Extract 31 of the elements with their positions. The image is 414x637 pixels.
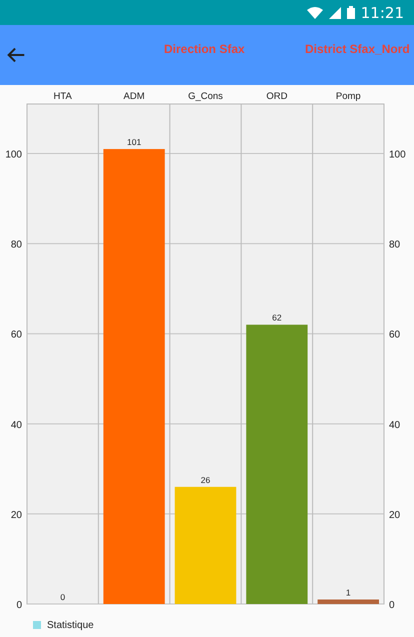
category-label: G_Cons: [188, 91, 223, 102]
y-axis-label: 20: [389, 510, 400, 521]
y-axis-label: 60: [10, 330, 22, 341]
value-label: 62: [272, 312, 282, 323]
y-axis-label: 0: [389, 600, 395, 611]
value-label: 1: [346, 588, 351, 598]
y-axis-label: 100: [389, 150, 406, 161]
category-label: ORD: [266, 91, 288, 102]
y-axis-label: 20: [10, 510, 22, 521]
y-axis-label: 100: [5, 150, 22, 161]
toolbar-subtitle: District Sfax_Nord: [305, 42, 410, 56]
battery-icon: [346, 6, 355, 19]
toolbar-title: Direction Sfax: [164, 42, 245, 56]
category-label: HTA: [54, 91, 72, 102]
wifi-icon: [306, 6, 323, 18]
y-axis-label: 40: [10, 420, 22, 431]
y-axis-label: 40: [389, 420, 400, 431]
bar: [318, 600, 379, 604]
value-label: 0: [60, 592, 66, 602]
signal-icon: [328, 6, 341, 18]
legend-label: Statistique: [47, 620, 94, 630]
clock-time: 11:21: [360, 4, 404, 22]
y-axis-label: 80: [10, 240, 22, 251]
y-axis-label: 60: [389, 330, 400, 341]
value-label: 101: [127, 137, 142, 148]
category-label: Pomp: [336, 91, 361, 102]
value-label: 26: [200, 474, 210, 485]
legend-swatch: [33, 621, 41, 629]
y-axis-label: 0: [16, 600, 22, 611]
category-label: ADM: [124, 91, 145, 102]
y-axis-label: 80: [389, 240, 400, 251]
